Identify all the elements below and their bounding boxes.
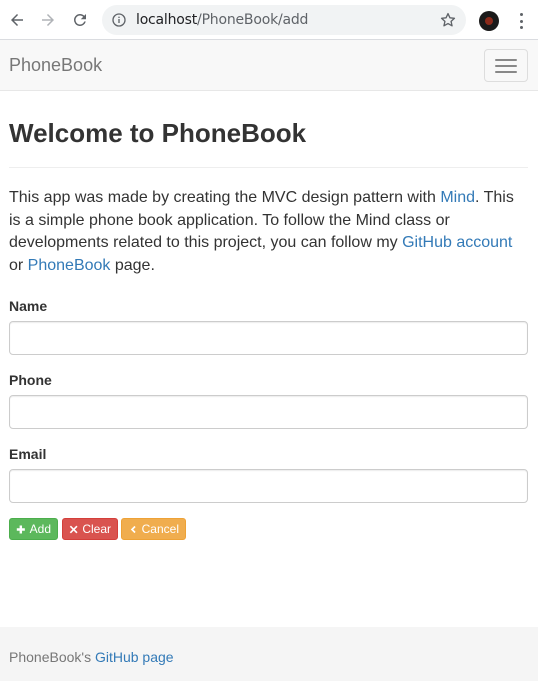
github-page-link[interactable]: GitHub page	[95, 649, 174, 665]
add-button-label: Add	[29, 522, 51, 536]
cancel-button-label: Cancel	[141, 522, 179, 536]
arrow-left-icon	[11, 14, 23, 26]
close-icon	[69, 525, 78, 533]
hamburger-icon	[495, 58, 517, 61]
url-path: /PhoneBook/add	[197, 12, 309, 28]
profile-avatar[interactable]	[479, 11, 499, 31]
footer-prefix: PhoneBook's	[9, 649, 95, 665]
email-label: Email	[9, 446, 47, 462]
name-input[interactable]	[9, 321, 528, 355]
clear-button-label: Clear	[82, 522, 111, 536]
phone-label: Phone	[9, 372, 52, 388]
page-title: Welcome to PhoneBook	[9, 118, 307, 148]
arrow-right-icon	[42, 14, 54, 26]
url-text: localhost/PhoneBook/add	[136, 12, 308, 28]
footer-text: PhoneBook's GitHub page	[9, 649, 174, 665]
intro-text-4: page.	[110, 256, 155, 274]
info-icon[interactable]	[111, 12, 127, 28]
chevron-left-icon	[130, 525, 136, 533]
browser-toolbar: localhost/PhoneBook/add	[0, 0, 538, 40]
back-button[interactable]	[6, 9, 28, 31]
address-bar[interactable]: localhost/PhoneBook/add	[102, 5, 466, 35]
phone-input[interactable]	[9, 395, 528, 429]
clear-button[interactable]: Clear	[62, 518, 118, 540]
navbar-brand[interactable]: PhoneBook	[9, 55, 102, 76]
divider	[9, 167, 528, 168]
navbar-toggle-button[interactable]	[484, 49, 528, 82]
avatar-image	[485, 17, 493, 25]
navbar: PhoneBook	[0, 40, 538, 91]
intro-paragraph: This app was made by creating the MVC de…	[9, 187, 528, 277]
plus-icon	[16, 524, 25, 534]
name-label: Name	[9, 298, 48, 314]
reload-button[interactable]	[69, 9, 91, 31]
github-account-link[interactable]: GitHub account	[402, 234, 512, 251]
star-icon[interactable]	[439, 11, 457, 29]
url-host: localhost	[136, 12, 198, 28]
cancel-button[interactable]: Cancel	[121, 518, 186, 540]
email-input[interactable]	[9, 469, 528, 503]
footer: PhoneBook's GitHub page	[0, 627, 538, 681]
reload-icon	[73, 13, 86, 26]
phonebook-link[interactable]: PhoneBook	[28, 257, 111, 274]
add-button[interactable]: Add	[9, 518, 58, 540]
intro-text-3: or	[9, 256, 28, 274]
mind-link[interactable]: Mind	[440, 189, 475, 206]
intro-text-1: This app was made by creating the MVC de…	[9, 189, 441, 206]
menu-dots-icon[interactable]	[515, 12, 527, 30]
forward-button[interactable]	[37, 9, 59, 31]
